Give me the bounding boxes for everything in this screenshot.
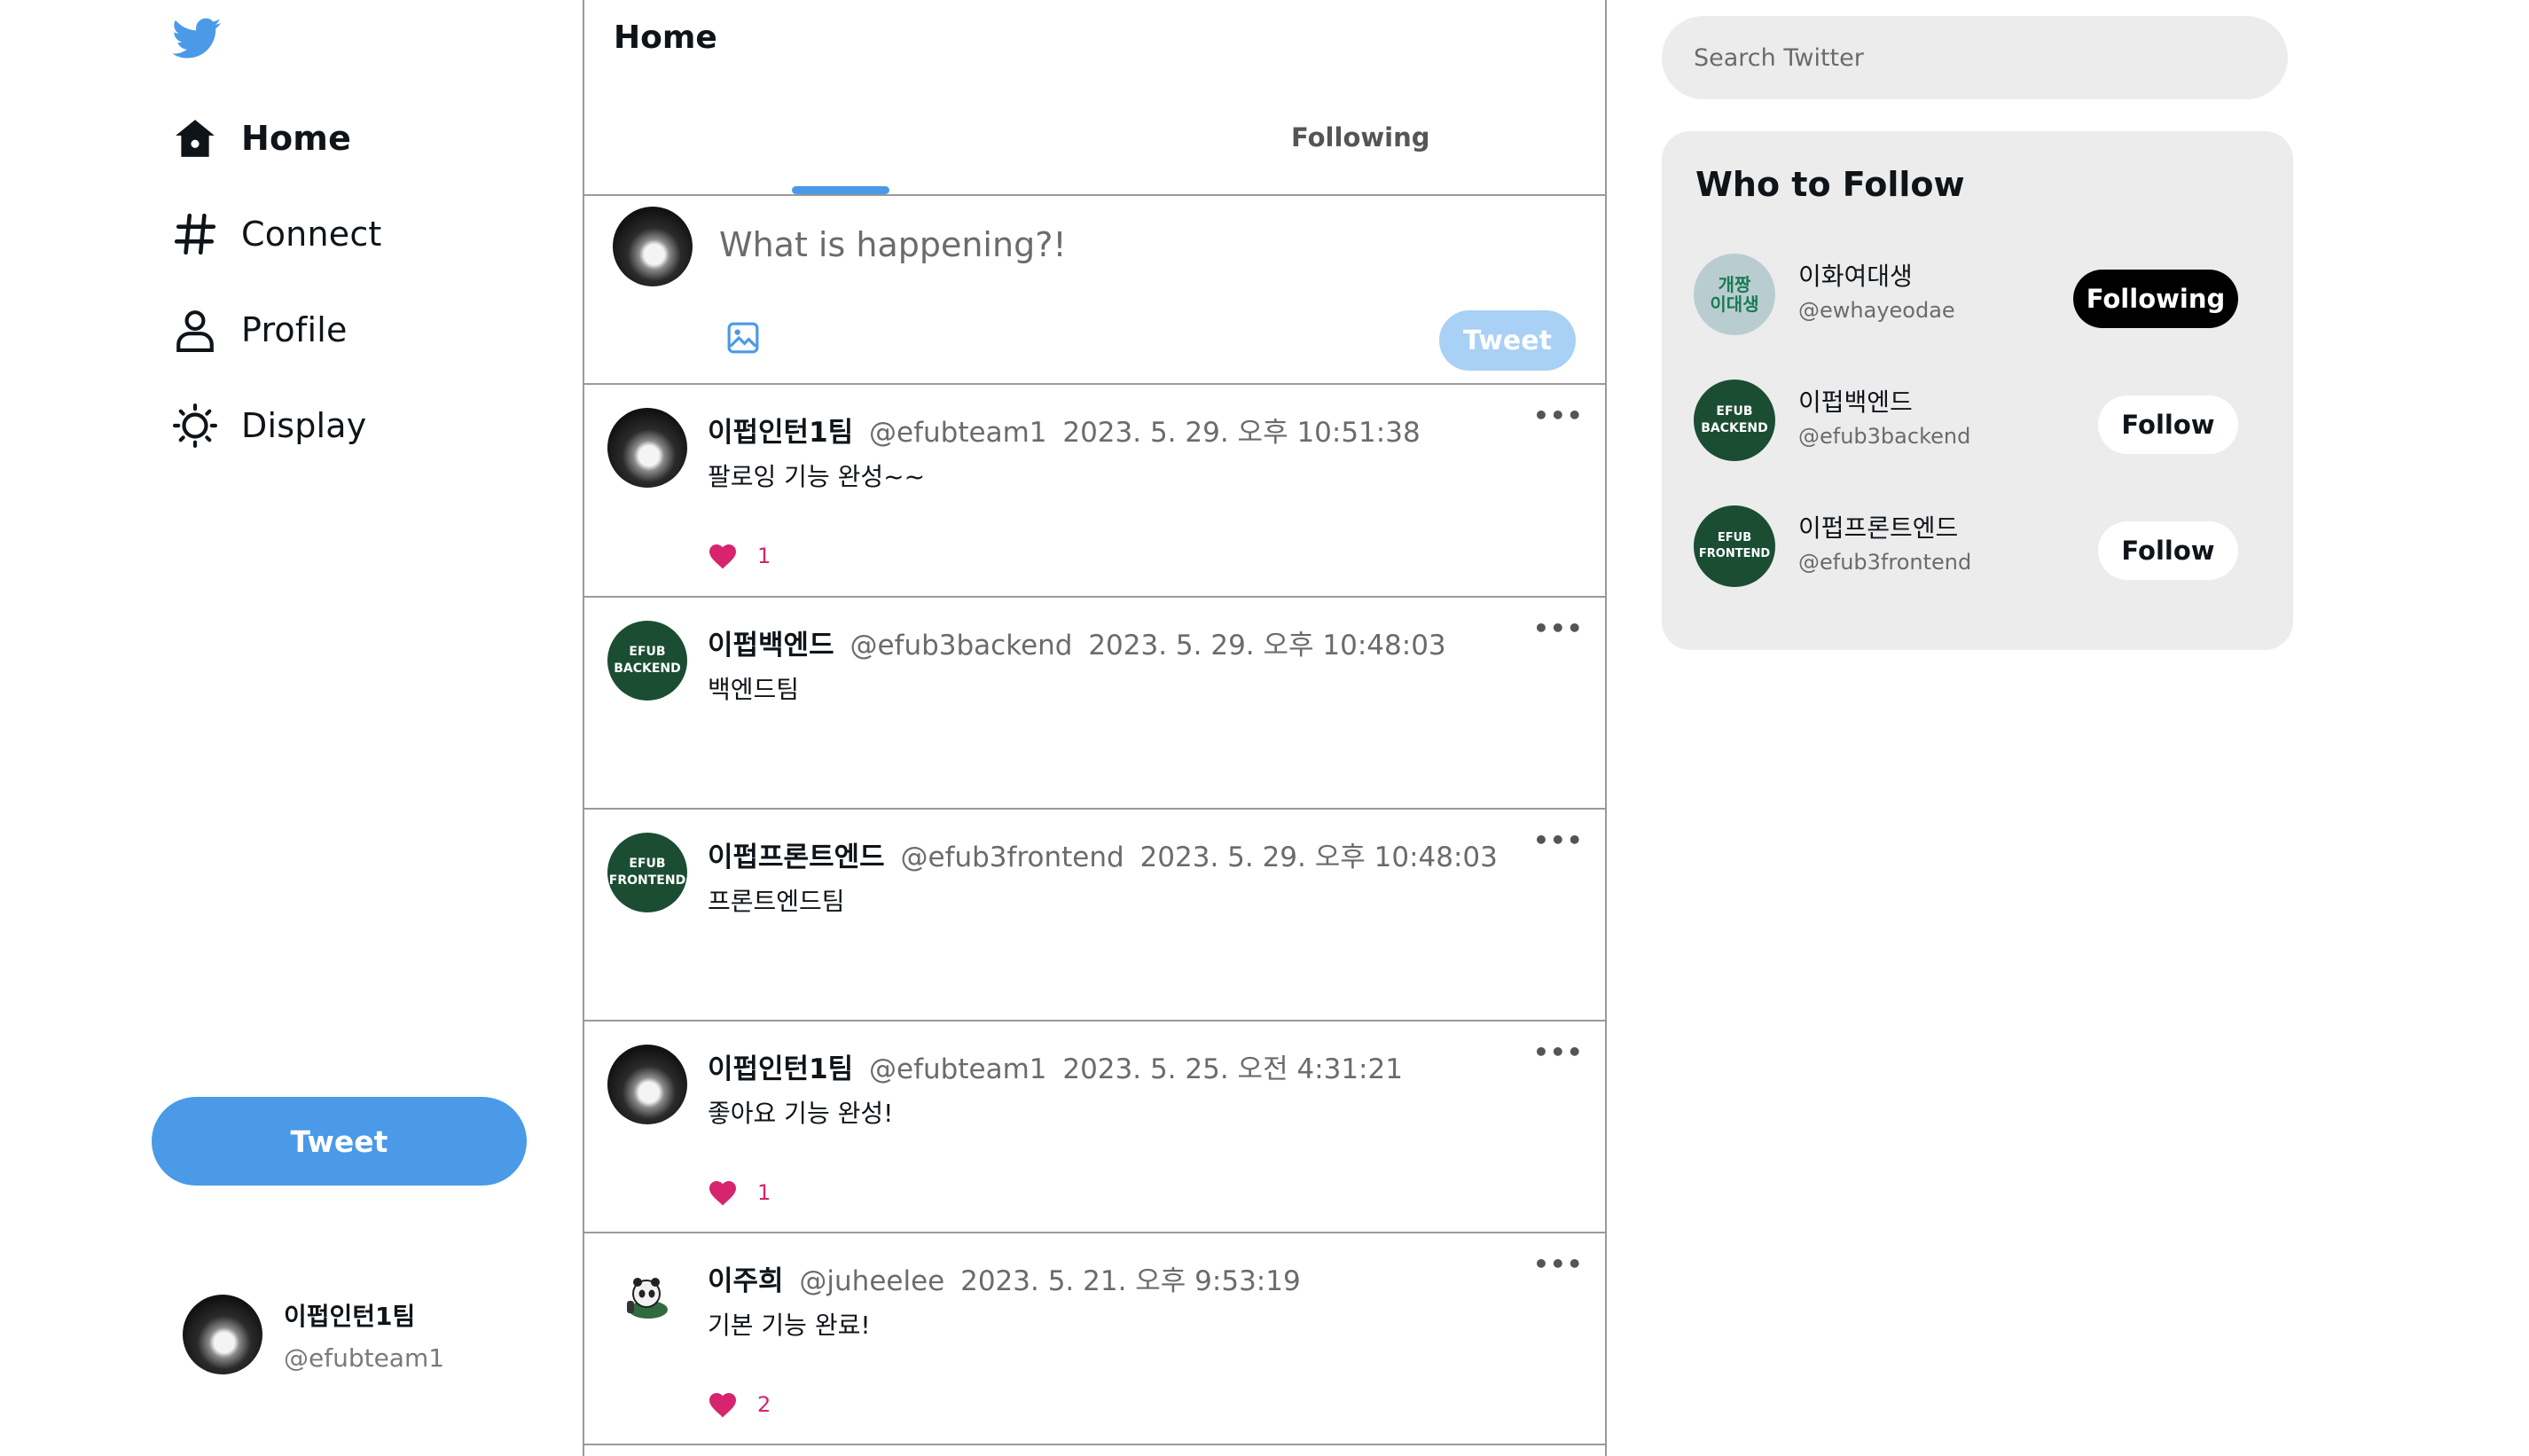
tweet-text: 기본 기능 완료! [708, 1311, 871, 1340]
sidebar-item-label: Home [241, 119, 352, 158]
person-icon [170, 305, 220, 355]
compose-tweet-button[interactable]: Tweet [1439, 310, 1576, 371]
follow-button[interactable]: Follow [2098, 395, 2238, 454]
avatar[interactable] [607, 408, 687, 488]
sun-icon [170, 401, 220, 450]
avatar[interactable]: 개짱 이대생 [1694, 254, 1775, 335]
home-icon [170, 114, 220, 163]
tweet-author-handle: @efub3backend [850, 630, 1073, 661]
tweet-author-handle: @juheelee [799, 1265, 945, 1297]
who-to-follow-title: Who to Follow [1695, 165, 1965, 204]
avatar[interactable]: EFUB FRONTEND [607, 833, 687, 912]
tweet-text: 백엔드팀 [708, 675, 800, 704]
more-options-icon[interactable]: ••• [1533, 1249, 1584, 1279]
tweet-author-handle: @efubteam1 [869, 417, 1047, 449]
tweet-author-handle: @efubteam1 [869, 1053, 1047, 1085]
avatar [183, 1295, 262, 1374]
suggestion-handle: @efub3backend [1798, 424, 1971, 449]
more-options-icon[interactable]: ••• [1533, 614, 1584, 643]
avatar[interactable]: EFUB BACKEND [1694, 380, 1775, 461]
composer-avatar [613, 207, 693, 286]
follow-suggestion[interactable]: EFUB FRONTEND 이펍프론트엔드 @efub3frontend Fol… [1694, 505, 2270, 587]
sidebar-item-home[interactable]: Home [170, 110, 351, 167]
like-button[interactable]: 1 [708, 1179, 771, 1206]
like-count: 1 [757, 1180, 771, 1205]
tweet-timestamp: 2023. 5. 29. 오후 10:51:38 [1062, 417, 1421, 449]
account-handle: @efubteam1 [284, 1342, 445, 1373]
active-tab-indicator [792, 186, 889, 194]
account-switcher[interactable]: 이펍인턴1팀 @efubteam1 [183, 1295, 444, 1374]
suggestion-name[interactable]: 이펍프론트엔드 [1798, 509, 1958, 544]
tweet-item[interactable]: EFUB FRONTEND 이펍프론트엔드 @efub3frontend 202… [584, 810, 1605, 1022]
tweet-item[interactable]: EFUB BACKEND 이펍백엔드 @efub3backend 2023. 5… [584, 598, 1605, 810]
sidebar-tweet-button[interactable]: Tweet [152, 1097, 527, 1186]
compose-tweet-input[interactable] [719, 225, 1429, 264]
tweet-author-name[interactable]: 이펍인턴1팀 [708, 1053, 853, 1085]
tweet-author-handle: @efub3frontend [900, 842, 1124, 873]
tweet-text: 좋아요 기능 완성! [708, 1099, 894, 1128]
page-title: Home [614, 20, 717, 56]
avatar[interactable]: EFUB FRONTEND [1694, 505, 1775, 587]
following-button[interactable]: Following [2073, 270, 2238, 328]
tweet-text: 프론트엔드팀 [708, 887, 845, 916]
more-options-icon[interactable]: ••• [1533, 401, 1584, 430]
twitter-logo-icon[interactable] [172, 18, 222, 62]
like-button[interactable]: 1 [708, 543, 771, 569]
follow-suggestion[interactable]: 개짱 이대생 이화여대생 @ewhayeodae Following [1694, 254, 2270, 335]
sidebar-item-label: Profile [241, 310, 348, 349]
divider [584, 194, 1605, 196]
avatar[interactable]: EFUB BACKEND [607, 621, 687, 701]
sidebar-item-label: Connect [241, 215, 382, 254]
tweet-text: 팔로잉 기능 완성~~ [708, 462, 926, 491]
sidebar-item-display[interactable]: Display [170, 397, 366, 454]
heart-icon [709, 1181, 736, 1206]
more-options-icon[interactable]: ••• [1533, 1037, 1584, 1067]
heart-icon [709, 544, 736, 569]
divider [584, 1444, 1605, 1445]
search-input[interactable] [1662, 16, 2288, 99]
suggestion-name[interactable]: 이펍백엔드 [1798, 383, 1913, 419]
tweet-item[interactable]: 이펍인턴1팀 @efubteam1 2023. 5. 29. 오후 10:51:… [584, 385, 1605, 597]
follow-suggestion[interactable]: EFUB BACKEND 이펍백엔드 @efub3backend Follow [1694, 380, 2270, 461]
tweet-item[interactable]: 이펍인턴1팀 @efubteam1 2023. 5. 25. 오전 4:31:2… [584, 1022, 1605, 1233]
tweet-timestamp: 2023. 5. 25. 오전 4:31:21 [1062, 1053, 1403, 1085]
sidebar-item-profile[interactable]: Profile [170, 301, 348, 358]
like-count: 2 [757, 1392, 771, 1417]
tab-following[interactable]: Following [1291, 122, 1430, 153]
who-to-follow-panel: Who to Follow 개짱 이대생 이화여대생 @ewhayeodae F… [1662, 131, 2293, 650]
like-button[interactable]: 2 [708, 1391, 771, 1418]
image-upload-icon[interactable] [726, 321, 760, 355]
hash-icon [170, 209, 220, 259]
tweet-author-name[interactable]: 이펍프론트엔드 [708, 842, 885, 873]
suggestion-name[interactable]: 이화여대생 [1798, 257, 1913, 293]
tweet-author-name[interactable]: 이펍인턴1팀 [708, 417, 853, 449]
tweet-timestamp: 2023. 5. 29. 오후 10:48:03 [1088, 630, 1446, 661]
like-count: 1 [757, 544, 771, 568]
timeline: Home Following Tweet 이펍인턴1팀 @efubteam1 2… [583, 0, 1607, 1456]
panda-character-icon [627, 1278, 668, 1319]
suggestion-handle: @ewhayeodae [1798, 298, 1955, 323]
sidebar-item-connect[interactable]: Connect [170, 206, 382, 262]
sidebar-item-label: Display [241, 406, 367, 445]
tweet-timestamp: 2023. 5. 29. 오후 10:48:03 [1139, 842, 1498, 873]
account-name: 이펍인턴1팀 [284, 1301, 416, 1331]
tweet-author-name[interactable]: 이펍백엔드 [708, 630, 834, 661]
follow-button[interactable]: Follow [2098, 521, 2238, 580]
tweet-timestamp: 2023. 5. 21. 오후 9:53:19 [960, 1265, 1301, 1297]
more-options-icon[interactable]: ••• [1533, 826, 1584, 855]
tweet-author-name[interactable]: 이주희 [708, 1265, 784, 1297]
heart-icon [709, 1393, 736, 1418]
tweet-item[interactable]: 이주희 @juheelee 2023. 5. 21. 오후 9:53:19 기본… [584, 1233, 1605, 1445]
avatar[interactable] [607, 1045, 687, 1124]
avatar[interactable] [607, 1256, 687, 1336]
suggestion-handle: @efub3frontend [1798, 550, 1972, 575]
